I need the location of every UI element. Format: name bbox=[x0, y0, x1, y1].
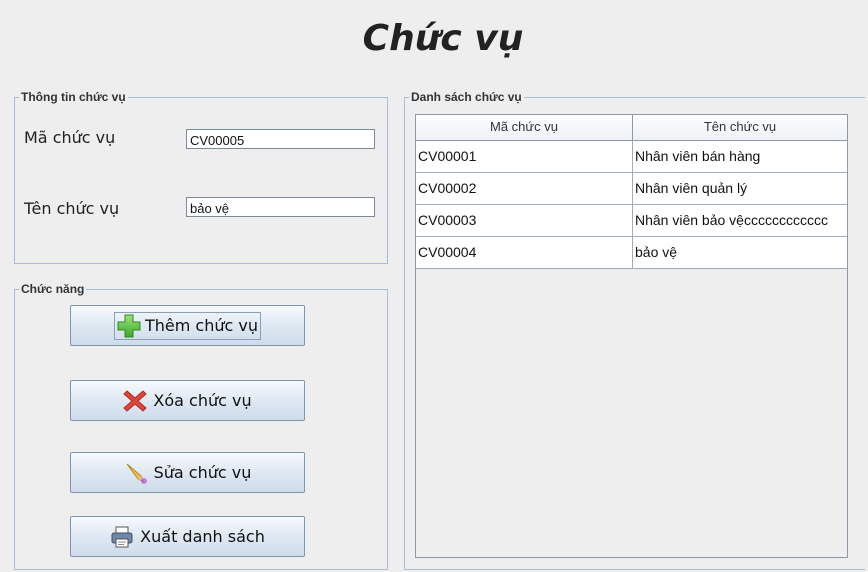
column-header-code[interactable]: Mã chức vụ bbox=[416, 115, 633, 140]
pencil-icon bbox=[126, 463, 147, 484]
edit-position-button[interactable]: Sửa chức vụ bbox=[70, 452, 305, 493]
add-button-label: Thêm chức vụ bbox=[145, 316, 258, 335]
function-group-legend: Chức năng bbox=[21, 282, 85, 296]
table-row[interactable]: CV00004 bảo vệ bbox=[416, 237, 847, 269]
add-position-button[interactable]: Thêm chức vụ bbox=[70, 305, 305, 346]
x-icon bbox=[123, 389, 148, 412]
table-cell-code: CV00001 bbox=[416, 141, 633, 172]
table-cell-code: CV00004 bbox=[416, 237, 633, 268]
table-cell-name: bảo vệ bbox=[635, 244, 678, 260]
name-field[interactable]: bảo vệ bbox=[186, 197, 375, 217]
add-button-focus: Thêm chức vụ bbox=[114, 311, 261, 340]
delete-position-button[interactable]: Xóa chức vụ bbox=[70, 380, 305, 421]
name-label: Tên chức vụ bbox=[24, 199, 120, 218]
table-row[interactable]: CV00001 Nhân viên bán hàng bbox=[416, 141, 847, 173]
info-group: Thông tin chức vụ bbox=[14, 90, 388, 264]
position-table[interactable]: Mã chức vụ Tên chức vụ CV00001 Nhân viên… bbox=[415, 114, 848, 558]
code-field[interactable]: CV00005 bbox=[186, 129, 375, 149]
table-cell-name: Nhân viên bán hàng bbox=[635, 148, 761, 164]
delete-button-label: Xóa chức vụ bbox=[153, 391, 252, 410]
table-row[interactable]: CV00003 Nhân viên bảo vệcccccccccccc bbox=[416, 205, 847, 237]
info-group-legend: Thông tin chức vụ bbox=[21, 90, 126, 104]
plus-icon bbox=[117, 314, 141, 337]
list-group-legend: Danh sách chức vụ bbox=[411, 90, 522, 104]
table-cell-code: CV00002 bbox=[416, 173, 633, 204]
table-cell-name: Nhân viên bảo vệcccccccccccc bbox=[635, 212, 828, 228]
column-header-name[interactable]: Tên chức vụ bbox=[633, 115, 847, 140]
table-row[interactable]: CV00002 Nhân viên quản lý bbox=[416, 173, 847, 205]
export-list-button[interactable]: Xuất danh sách bbox=[70, 516, 305, 557]
table-cell-name: Nhân viên quản lý bbox=[635, 180, 748, 196]
printer-icon bbox=[111, 526, 133, 547]
table-header: Mã chức vụ Tên chức vụ bbox=[416, 115, 847, 141]
edit-button-label: Sửa chức vụ bbox=[153, 463, 252, 482]
page-title: Chức vụ bbox=[362, 18, 524, 59]
table-cell-code: CV00003 bbox=[416, 205, 633, 236]
code-label: Mã chức vụ bbox=[24, 128, 116, 147]
export-button-label: Xuất danh sách bbox=[140, 527, 265, 546]
